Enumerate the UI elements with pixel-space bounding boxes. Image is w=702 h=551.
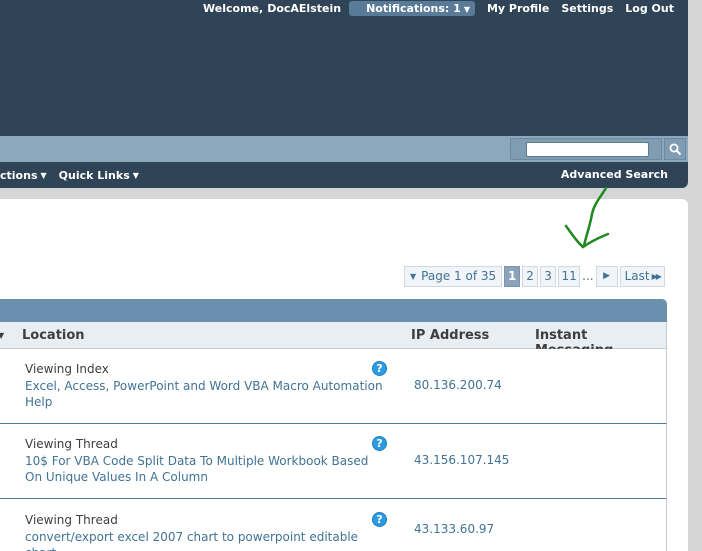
username-link[interactable]: DocAElstein (267, 2, 341, 15)
table-row: Viewing Thread ? 10$ For VBA Code Split … (0, 424, 667, 499)
page-jump-button[interactable]: ▼ Page 1 of 35 (404, 265, 503, 287)
help-icon[interactable]: ? (372, 436, 387, 451)
search-bar (0, 136, 688, 162)
search-input[interactable] (526, 142, 649, 157)
advanced-search-link[interactable]: Advanced Search (561, 168, 668, 181)
chevron-down-icon: ▼ (463, 5, 470, 14)
search-button[interactable] (664, 138, 686, 160)
page-link[interactable]: 2 (522, 265, 539, 287)
chevron-down-icon: ▼ (132, 170, 139, 180)
table-row: Viewing Index ? Excel, Access, PowerPoin… (0, 349, 667, 424)
welcome-text: Welcome, (203, 2, 264, 15)
hand-drawn-arrow-annotation (564, 186, 610, 249)
my-profile-link[interactable]: My Profile (487, 2, 549, 15)
page-scrollbar[interactable] (688, 0, 702, 551)
sort-icon[interactable]: ▼ (0, 331, 4, 340)
page-link[interactable]: 11 (558, 265, 581, 287)
site-header: Welcome, DocAElstein Notifications: 1 ▼ M… (0, 0, 688, 136)
last-page-button[interactable]: Last ▶▶ (619, 265, 665, 287)
page-label: Page 1 of 35 (421, 269, 497, 283)
settings-link[interactable]: Settings (561, 2, 613, 15)
nav-bar: ctions ▼ Quick Links ▼ Advanced Search (0, 162, 688, 188)
row-ip-link[interactable]: 80.136.200.74 (414, 378, 502, 392)
notifications-label: Notifications: 1 (366, 2, 461, 15)
page-link[interactable]: 3 (540, 265, 557, 287)
row-location-link[interactable]: convert/export excel 2007 chart to power… (25, 529, 385, 551)
double-chevron-right-icon: ▶▶ (651, 271, 662, 281)
table-row: Viewing Thread ? convert/export excel 20… (0, 499, 667, 551)
quick-links-menu[interactable]: Quick Links (59, 169, 130, 182)
row-location-link[interactable]: Excel, Access, PowerPoint and Word VBA M… (25, 378, 385, 410)
chevron-down-icon: ▼ (410, 271, 417, 281)
next-page-button[interactable]: ▶ (595, 265, 618, 287)
column-header-ip-address[interactable]: IP Address (411, 328, 489, 343)
search-icon (669, 143, 681, 155)
chevron-down-icon: ▼ (40, 170, 47, 180)
column-header-location[interactable]: Location (22, 328, 85, 343)
log-out-link[interactable]: Log Out (625, 2, 674, 15)
column-header-row: ▼ Location IP Address Instant Messaging (0, 322, 667, 358)
row-ip-link[interactable]: 43.156.107.145 (414, 453, 509, 467)
row-status: Viewing Index (25, 362, 109, 376)
table-title-bar (0, 299, 667, 322)
notifications-button[interactable]: Notifications: 1 ▼ (349, 1, 475, 16)
help-icon[interactable]: ? (372, 361, 387, 376)
search-box (510, 138, 662, 160)
user-links: Welcome, DocAElstein Notifications: 1 ▼ M… (191, 0, 674, 17)
help-icon[interactable]: ? (372, 512, 387, 527)
row-ip-link[interactable]: 43.133.60.97 (414, 522, 494, 536)
page-link-current[interactable]: 1 (504, 265, 521, 287)
chevron-right-icon: ▶ (603, 271, 611, 281)
actions-menu[interactable]: ctions (0, 169, 38, 182)
pagination-ellipsis: ... (582, 269, 594, 283)
pagination: ▼ Page 1 of 35 1 2 3 11 ... ▶ Last ▶▶ (404, 265, 667, 287)
row-status: Viewing Thread (25, 437, 118, 451)
row-status: Viewing Thread (25, 513, 118, 527)
row-location-link[interactable]: 10$ For VBA Code Split Data To Multiple … (25, 453, 385, 485)
last-page-label: Last (624, 269, 650, 283)
